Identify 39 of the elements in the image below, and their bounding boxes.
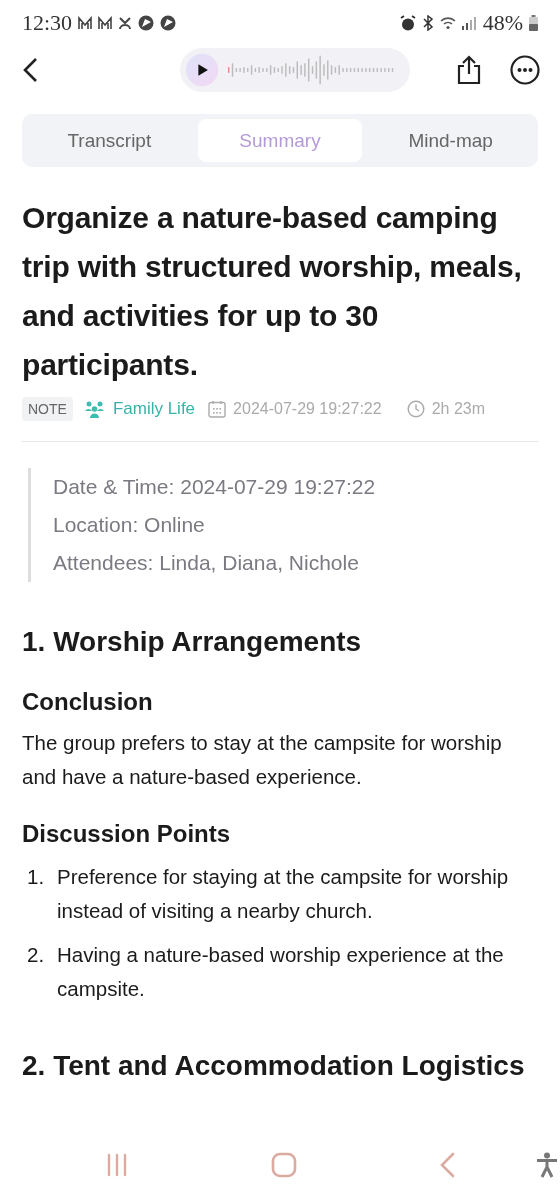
category-label[interactable]: Family Life [112,399,196,419]
more-icon[interactable] [510,55,540,85]
section-heading: 1. Worship Arrangements [22,625,363,659]
missed-call-icon [118,16,133,30]
meeting-info: Attendees: Linda, Diana, Nichole [53,550,360,576]
section-heading: 2. Tent and Accommodation Logistics [22,1049,526,1083]
app-notification-icon [160,15,177,31]
play-icon[interactable] [186,53,219,87]
share-icon[interactable] [456,55,482,85]
app-notification-icon [138,15,155,31]
accessibility-icon[interactable] [536,1152,558,1178]
datetime-label: 2024-07-29 19:27:22 [233,400,382,418]
summary-title: Organize a nature-based camping trip with structured worship, meals, and activities for up to 30 participants. [22,200,523,383]
bluetooth-icon [421,15,434,31]
signal-icon [461,16,477,30]
list-item-text: Having a nature-based worship experience at the campsite. [57,942,505,1002]
list-number: 2. [27,942,46,968]
status-time: 12:30 [22,10,73,36]
subheading: Conclusion [22,687,154,717]
battery-percent: 48% [482,10,523,36]
tab[interactable]: Mind-map [368,119,533,162]
alarm-icon [399,15,416,31]
subheading: Discussion Points [22,819,232,849]
people-icon [83,400,106,418]
mail-icon [98,16,113,30]
duration-label: 2h 23m [431,400,486,418]
list-number: 1. [27,864,46,890]
wifi-icon [439,16,456,30]
clock-icon [406,400,425,418]
battery-icon [529,15,538,31]
meeting-info: Date & Time: 2024-07-29 19:27:22 [53,474,377,500]
note-tag: NOTE [22,397,73,421]
mail-icon [78,16,93,30]
paragraph: The group prefers to stay at the campsite for worship and have a nature-based experience. [22,730,503,790]
calendar-icon [208,400,227,418]
list-item-text: Preference for staying at the campsite for worship instead of visiting a nearby church. [57,864,510,924]
tab[interactable]: Transcript [27,119,192,162]
back-icon[interactable] [22,57,38,83]
meeting-info: Location: Online [53,512,206,538]
